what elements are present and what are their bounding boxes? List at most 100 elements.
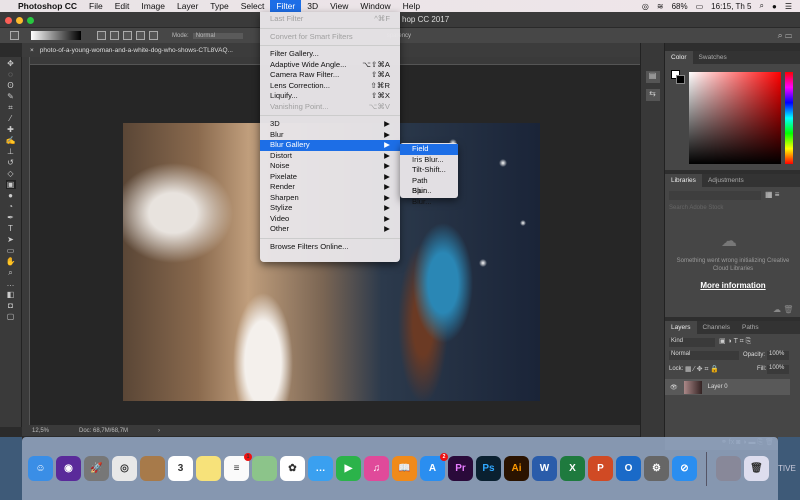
dock-chrome-icon[interactable]: ◎ <box>112 456 137 481</box>
dodge-tool-icon[interactable]: ◔ <box>6 202 16 211</box>
menu-item-distort[interactable]: Distort ▶ <box>260 151 400 162</box>
color-field[interactable] <box>689 72 781 164</box>
history-panel-icon[interactable]: ▤ <box>645 71 660 83</box>
menu-window[interactable]: Window <box>354 0 396 12</box>
dock-app-store-icon[interactable]: A2 <box>420 453 448 481</box>
library-footer-icons[interactable]: ☁ 🗑 <box>773 305 793 314</box>
move-tool-icon[interactable]: ✥ <box>6 59 16 68</box>
tab-adjustments[interactable]: Adjustments <box>702 174 750 187</box>
healing-tool-icon[interactable]: ✚ <box>6 125 16 134</box>
dock-ibooks-icon[interactable]: 📖 <box>392 456 417 481</box>
menu-filter[interactable]: Filter <box>270 0 302 12</box>
dock-system-preferences-icon[interactable]: ⚙ <box>644 456 669 481</box>
dock-downloads-icon[interactable] <box>716 456 741 481</box>
stock-search-input[interactable]: Search Adobe Stock <box>669 205 723 211</box>
dock-reminders-icon[interactable]: ≡ 1 <box>224 453 252 481</box>
screen-mode-icon[interactable]: ▢ <box>6 312 16 321</box>
clock[interactable]: 16:15, Th 5 <box>711 2 751 11</box>
mode-select[interactable]: Normal <box>192 32 243 39</box>
tab-layers[interactable]: Layers <box>665 321 697 334</box>
menu-item-3d[interactable]: 3D ▶ <box>260 119 400 130</box>
angle-gradient-button[interactable] <box>123 31 132 40</box>
hue-slider[interactable] <box>785 72 793 164</box>
dock-photos-icon[interactable]: ✿ <box>280 456 305 481</box>
marquee-tool-icon[interactable]: ◌ <box>6 70 16 79</box>
path-select-tool-icon[interactable]: ➤ <box>6 235 16 244</box>
menu-item-render[interactable]: Render ▶ <box>260 182 400 193</box>
background-color[interactable] <box>676 75 685 84</box>
tab-color[interactable]: Color <box>665 51 693 64</box>
dock-maps-icon[interactable] <box>252 456 277 481</box>
creative-cloud-icon[interactable]: ◎ <box>642 2 649 11</box>
apple-icon[interactable] <box>0 0 12 12</box>
eyedropper-tool-icon[interactable]: ⁄ <box>6 114 16 123</box>
gradient-picker[interactable] <box>31 31 81 40</box>
layer-filter-icons[interactable]: ▣ ◑ T ⌗ ⎘ <box>719 337 751 346</box>
shape-tool-icon[interactable]: ▭ <box>6 246 16 255</box>
hand-tool-icon[interactable]: ✋ <box>6 257 16 266</box>
eraser-tool-icon[interactable]: ◇ <box>6 169 16 178</box>
dock-excel-icon[interactable]: X <box>560 456 585 481</box>
dock-outlook-icon[interactable]: O <box>616 456 641 481</box>
zoom-tool-icon[interactable]: ⌕ <box>6 268 16 277</box>
opacity-input[interactable]: 100% <box>767 351 789 360</box>
menu-item-liquify[interactable]: Liquify... ⇧⌘X <box>260 91 400 102</box>
diamond-gradient-button[interactable] <box>149 31 158 40</box>
dock-photoshop-icon[interactable]: Ps <box>476 456 501 481</box>
search-icon[interactable]: ⌕ ▭ <box>778 30 792 41</box>
brush-tool-icon[interactable]: ✍ <box>6 136 16 145</box>
more-information-link[interactable]: More information <box>665 281 800 291</box>
layer-kind-filter[interactable]: Kind <box>669 338 715 347</box>
layer-name[interactable]: Layer 0 <box>708 384 728 390</box>
menu-help[interactable]: Help <box>397 0 426 12</box>
close-tab-icon[interactable]: × <box>30 47 34 54</box>
type-tool-icon[interactable]: T <box>6 224 16 233</box>
properties-panel-icon[interactable]: ⇆ <box>645 89 660 101</box>
menu-app[interactable]: Photoshop CC <box>12 0 83 12</box>
zoom-level[interactable]: 12,5% <box>32 428 49 434</box>
dock-trash-icon[interactable]: 🗑 <box>744 456 769 481</box>
tab-libraries[interactable]: Libraries <box>665 174 702 187</box>
dock-powerpoint-icon[interactable]: P <box>588 456 613 481</box>
tab-paths[interactable]: Paths <box>736 321 765 334</box>
wifi-icon[interactable]: ≋ <box>657 2 664 11</box>
linear-gradient-button[interactable] <box>97 31 106 40</box>
library-select[interactable] <box>669 191 761 200</box>
dock-notes-icon[interactable] <box>196 456 221 481</box>
tab-channels[interactable]: Channels <box>697 321 736 334</box>
menu-item-blur-gallery[interactable]: Blur Gallery ▶ <box>260 140 400 151</box>
gradient-tool-preset[interactable] <box>10 31 19 40</box>
color-swatches-icon[interactable]: ◧ <box>6 290 16 299</box>
submenu-item-field-blur[interactable]: Field Blur... <box>400 144 458 164</box>
layer-row[interactable]: 👁 Layer 0 <box>665 379 790 395</box>
lock-icons[interactable]: ▦ ⁄ ✥ ⌗ 🔒 <box>685 365 719 374</box>
tab-swatches[interactable]: Swatches <box>693 51 733 64</box>
blend-mode-select[interactable]: Normal <box>669 351 739 360</box>
menu-edit[interactable]: Edit <box>109 0 136 12</box>
dock-messages-icon[interactable]: … <box>308 456 333 481</box>
lasso-tool-icon[interactable]: ʘ <box>6 81 16 90</box>
dock-finder-icon[interactable]: ☺ <box>28 456 53 481</box>
blur-tool-icon[interactable]: ● <box>6 191 16 200</box>
minimize-button[interactable] <box>16 17 23 24</box>
visibility-eye-icon[interactable]: 👁 <box>670 384 678 391</box>
dock-premiere-icon[interactable]: Pr <box>448 456 473 481</box>
menu-3d[interactable]: 3D <box>301 0 324 12</box>
menu-item-sharpen[interactable]: Sharpen ▶ <box>260 193 400 204</box>
notification-center-icon[interactable]: ☰ <box>785 2 792 11</box>
menu-item-noise[interactable]: Noise ▶ <box>260 161 400 172</box>
siri-icon[interactable]: ● <box>772 2 777 11</box>
dock-launchpad-icon[interactable]: 🚀 <box>84 456 109 481</box>
zoom-button[interactable] <box>27 17 34 24</box>
reflected-gradient-button[interactable] <box>136 31 145 40</box>
gradient-tool-icon[interactable]: ▣ <box>5 180 16 189</box>
battery-icon[interactable]: ▭ <box>696 2 704 11</box>
menu-select[interactable]: Select <box>235 0 271 12</box>
more-tools-icon[interactable]: … <box>6 279 16 288</box>
quick-mask-icon[interactable]: ◘ <box>6 301 16 310</box>
menu-item-filter-gallery[interactable]: Filter Gallery... <box>260 49 400 60</box>
dock-illustrator-icon[interactable]: Ai <box>504 456 529 481</box>
dock-safari-icon[interactable]: ⊘ <box>672 456 697 481</box>
dock-calendar-icon[interactable]: 3 <box>168 456 193 481</box>
submenu-item-tilt-shift[interactable]: Tilt-Shift... <box>400 165 458 176</box>
